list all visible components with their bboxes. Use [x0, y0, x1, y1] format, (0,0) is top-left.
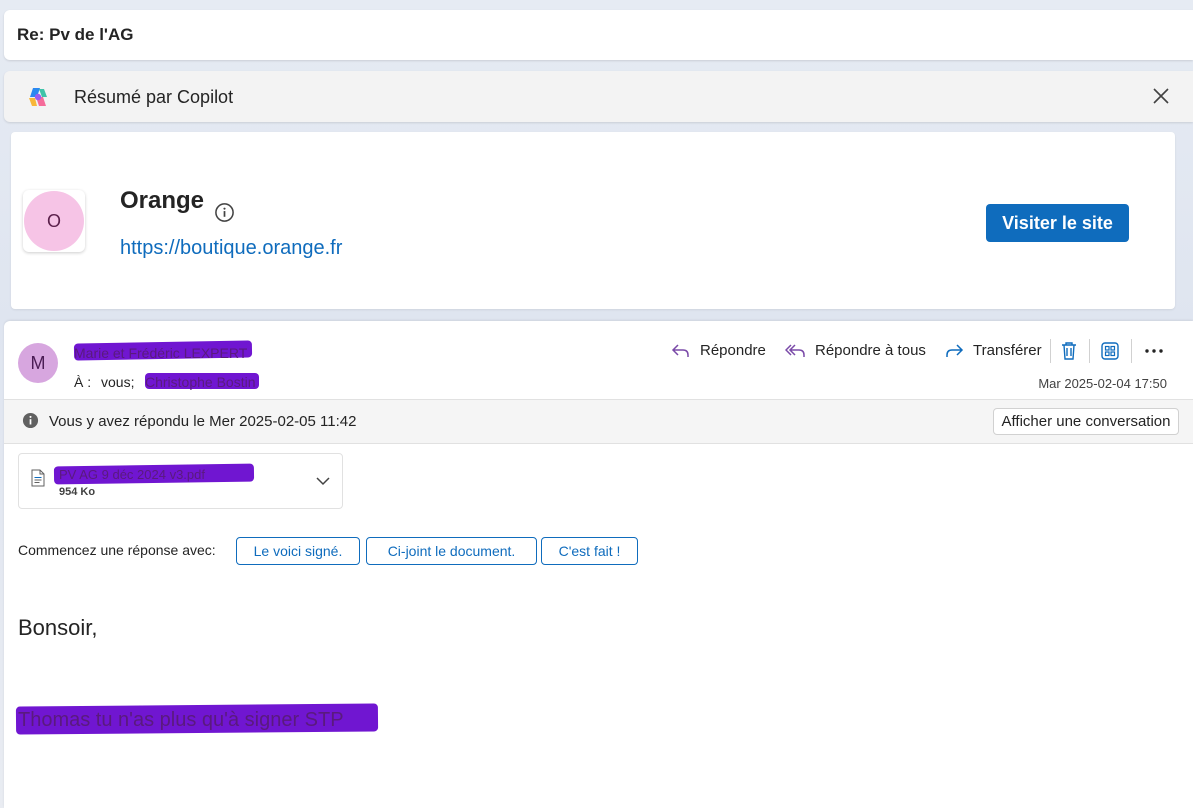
reply-button[interactable]: Répondre — [670, 340, 770, 362]
suggested-reply-chip[interactable]: Ci-joint le document. — [366, 537, 537, 565]
visit-site-button[interactable]: Visiter le site — [986, 204, 1129, 242]
show-conversation-button[interactable]: Afficher une conversation — [993, 408, 1179, 435]
more-options-icon[interactable] — [1142, 339, 1166, 363]
forward-icon — [946, 344, 964, 357]
email-subject: Re: Pv de l'AG — [17, 25, 134, 44]
suggested-replies-label: Commencez une réponse avec: — [18, 542, 216, 558]
close-icon[interactable] — [1149, 84, 1173, 108]
recipients-line: À : vous; — [74, 374, 134, 390]
sender-card: O Orange https://boutique.orange.fr Visi… — [11, 132, 1175, 309]
reply-all-label: Répondre à tous — [815, 342, 926, 359]
brand-avatar: O — [24, 191, 84, 251]
message-card: M Marie et Frédéric LEXPERT À : vous; Ch… — [4, 321, 1193, 808]
brand-url-link[interactable]: https://boutique.orange.fr — [120, 237, 342, 260]
replied-notice-bar: Vous y avez répondu le Mer 2025-02-05 11… — [4, 399, 1193, 444]
divider — [1131, 339, 1132, 363]
copilot-summary-bar[interactable]: Résumé par Copilot — [4, 71, 1193, 122]
reply-all-button[interactable]: Répondre à tous — [785, 340, 927, 362]
replied-notice-text: Vous y avez répondu le Mer 2025-02-05 11… — [49, 413, 357, 430]
suggested-reply-chip[interactable]: Le voici signé. — [236, 537, 360, 565]
forward-label: Transférer — [973, 342, 1042, 359]
subject-bar: Re: Pv de l'AG — [4, 10, 1193, 60]
chevron-down-icon[interactable] — [314, 472, 332, 490]
reply-all-icon — [785, 344, 805, 357]
trash-icon[interactable] — [1057, 339, 1081, 363]
attachment-name: PV AG 9 déc 2024 v3.pdf — [59, 467, 205, 482]
forward-button[interactable]: Transférer — [943, 340, 1043, 362]
copilot-title: Résumé par Copilot — [74, 87, 234, 107]
copilot-logo-icon — [29, 88, 47, 106]
sender-avatar: M — [18, 343, 58, 383]
apps-icon[interactable] — [1098, 339, 1122, 363]
message-body-line: Thomas tu n'as plus qu'à signer STP — [18, 709, 344, 731]
brand-logo: O — [23, 190, 85, 252]
reply-icon — [671, 344, 689, 357]
message-date: Mar 2025-02-04 17:50 — [1038, 376, 1167, 391]
recipient-you[interactable]: vous; — [101, 374, 134, 390]
info-icon[interactable] — [214, 202, 235, 223]
attachment-card[interactable]: PV AG 9 déc 2024 v3.pdf 954 Ko — [18, 453, 343, 509]
to-label: À : — [74, 374, 92, 390]
brand-name: Orange — [120, 187, 205, 214]
pdf-file-icon — [31, 469, 45, 487]
suggested-reply-chip[interactable]: C'est fait ! — [541, 537, 638, 565]
attachment-size: 954 Ko — [59, 486, 96, 498]
info-icon — [22, 412, 39, 429]
sender-name[interactable]: Marie et Frédéric LEXPERT — [74, 345, 247, 361]
recipient-cc[interactable]: Christophe Bostin — [145, 374, 256, 390]
divider — [1050, 339, 1051, 363]
message-greeting: Bonsoir, — [18, 615, 98, 640]
divider — [1089, 339, 1090, 363]
reply-label: Répondre — [700, 342, 766, 359]
